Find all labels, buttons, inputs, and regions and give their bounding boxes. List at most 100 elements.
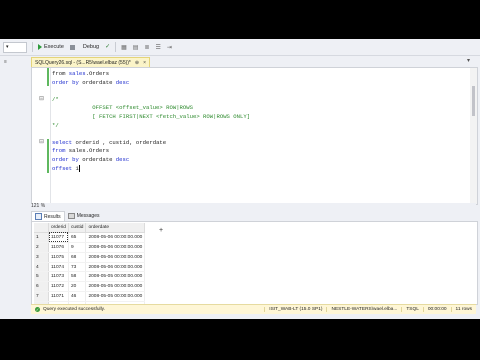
tab-list-dropdown-icon[interactable]: ▾ — [467, 57, 470, 64]
grid-cell[interactable]: 11074 — [48, 262, 69, 273]
code-line[interactable]: /* — [52, 96, 250, 105]
grid-cell[interactable]: 2008-05-06 00:00:00.000 — [85, 232, 146, 243]
database-dropdown[interactable]: ▾ — [0, 41, 30, 53]
code-line[interactable]: select orderid , custid, orderdate — [52, 139, 250, 148]
code-token: orderdate — [82, 155, 116, 163]
zoom-level[interactable]: 121 % — [31, 203, 476, 210]
row-number[interactable]: 3 — [34, 252, 49, 263]
grid-icon — [35, 213, 42, 220]
grid-cell[interactable]: 68 — [68, 252, 87, 263]
grid-cell[interactable]: 9 — [68, 242, 87, 253]
grid-cell[interactable]: 65 — [68, 232, 87, 243]
grid-cell[interactable]: 73 — [68, 262, 87, 273]
code-token: orderid , custid, orderdate — [75, 138, 167, 146]
query-toolbar: ▾ Execute Debug ✓ ▦ ▤ ≣ ☰ ⇥ — [0, 39, 480, 56]
code-token: OFFSET <offset_value> ROW|ROWS — [52, 104, 193, 112]
change-indicator — [47, 139, 49, 173]
grid-cell[interactable]: 11072 — [48, 281, 69, 293]
indent-button[interactable]: ⇥ — [164, 41, 175, 53]
table-row[interactable]: 5 11073 58 2008-05-05 00:00:00.000 — [34, 271, 146, 283]
grid-cell[interactable]: 2008-05-05 00:00:00.000 — [85, 291, 146, 303]
code-line[interactable]: order by orderdate desc — [52, 79, 250, 88]
results-grid[interactable]: orderid custid orderdate 1 11077 65 2008-05-06… — [34, 223, 146, 304]
code-line[interactable]: offset 1 — [52, 165, 250, 174]
column-header-custid[interactable]: custid — [68, 223, 87, 233]
grid-cell[interactable]: 11076 — [48, 242, 69, 253]
grid-cell[interactable]: 2008-05-06 00:00:00.000 — [85, 252, 146, 263]
table-row[interactable]: 2 11076 9 2008-05-06 00:00:00.000 — [34, 242, 146, 253]
table-row[interactable]: 4 11074 73 2008-05-06 00:00:00.000 — [34, 262, 146, 273]
code-line[interactable]: order by orderdate desc — [52, 156, 250, 165]
code-line[interactable] — [52, 87, 250, 96]
grid-cell[interactable]: 58 — [68, 271, 87, 283]
row-number[interactable]: 6 — [34, 281, 49, 293]
row-number[interactable]: 1 — [34, 232, 49, 243]
pin-icon[interactable]: ⊕ — [135, 60, 139, 66]
status-elapsed: 00:00:00 — [422, 307, 451, 312]
code-line[interactable] — [52, 130, 250, 139]
code-line[interactable]: OFFSET <offset_value> ROW|ROWS — [52, 104, 250, 113]
play-icon — [38, 44, 42, 50]
grid-cell[interactable]: 11071 — [48, 291, 69, 303]
code-token: order by — [52, 78, 83, 86]
tab-results[interactable]: Results — [31, 211, 65, 221]
grid-cell[interactable]: 11077 — [48, 232, 69, 243]
results-to-text-button[interactable]: ≣ — [141, 41, 152, 53]
parse-button[interactable]: ✓ — [102, 41, 113, 53]
editor-scrollbar[interactable] — [470, 68, 477, 204]
left-gutter: ≡ — [0, 56, 30, 319]
scrollbar-thumb[interactable] — [472, 86, 475, 116]
row-number[interactable]: 7 — [34, 291, 49, 303]
code-line[interactable]: from sales.Orders — [52, 147, 250, 156]
close-icon[interactable]: × — [143, 60, 146, 66]
message-icon — [67, 213, 75, 219]
stop-button[interactable] — [67, 41, 80, 53]
code-token: .Orders — [85, 70, 110, 77]
toolbar-separator — [32, 42, 33, 52]
row-number[interactable]: 4 — [34, 262, 49, 273]
table-row[interactable]: 7 11071 46 2008-05-05 00:00:00.000 — [34, 291, 146, 303]
code-line[interactable]: [ FETCH FIRST|NEXT <fetch_value> ROW|ROW… — [52, 113, 250, 122]
grid-cell[interactable]: 2008-05-06 00:00:00.000 — [85, 262, 146, 273]
crosshair-cursor-icon: + — [159, 227, 164, 234]
grid-cell[interactable]: 2008-05-06 00:00:00.000 — [85, 242, 146, 253]
tab-messages[interactable]: Messages — [65, 211, 103, 221]
plan-icon: ▦ — [121, 44, 127, 51]
code-token: [ FETCH FIRST|NEXT <fetch_value> ROW|ROW… — [52, 112, 251, 120]
grid-corner[interactable] — [34, 223, 49, 233]
execute-button[interactable]: Execute — [35, 41, 67, 53]
debug-button[interactable]: Debug — [80, 41, 102, 53]
object-explorer-tab[interactable]: ≡ — [4, 59, 7, 65]
grid-cell[interactable]: 11073 — [48, 271, 69, 283]
grid-cell[interactable]: 11075 — [48, 252, 69, 263]
grid-header-row: orderid custid orderdate — [34, 223, 146, 233]
table-row[interactable]: 6 11072 20 2008-05-05 00:00:00.000 — [34, 281, 146, 293]
status-bar: ✓ Query executed successfully. ISIT_WAB-… — [31, 304, 476, 314]
code-text[interactable]: from sales.Orders order by orderdate desc… — [52, 70, 250, 173]
code-line[interactable]: */ — [52, 122, 250, 131]
code-token: select — [52, 138, 76, 146]
column-header-orderdate[interactable]: orderdate — [85, 223, 146, 233]
fold-collapse-icon[interactable]: ⊟ — [39, 139, 45, 145]
row-number[interactable]: 2 — [34, 242, 49, 253]
grid-cell[interactable]: 2008-05-05 00:00:00.000 — [85, 281, 146, 293]
grid-cell[interactable]: 46 — [68, 291, 87, 303]
code-token: */ — [52, 121, 59, 129]
fold-collapse-icon[interactable]: ⊟ — [39, 96, 45, 102]
table-row[interactable]: 3 11075 68 2008-05-06 00:00:00.000 — [34, 252, 146, 263]
database-combo[interactable]: ▾ — [3, 41, 27, 53]
table-row[interactable]: 1 11077 65 2008-05-06 00:00:00.000 — [34, 232, 146, 243]
check-icon: ✓ — [105, 44, 111, 50]
code-line[interactable]: from sales.Orders — [52, 70, 250, 79]
display-plan-button[interactable]: ▦ — [118, 41, 130, 53]
grid-cell[interactable]: 20 — [68, 281, 87, 293]
row-number[interactable]: 5 — [34, 271, 49, 283]
comment-button[interactable]: ☰ — [153, 41, 164, 53]
column-header-orderid[interactable]: orderid — [48, 223, 69, 233]
comment-icon: ☰ — [155, 44, 161, 51]
code-token: order by — [52, 155, 83, 163]
grid-cell[interactable]: 2008-05-05 00:00:00.000 — [85, 271, 146, 283]
code-token: sales — [68, 70, 86, 77]
results-to-grid-button[interactable]: ▤ — [130, 41, 142, 53]
query-editor[interactable]: ⊟ ⊟ from sales.Orders order by orderdate … — [31, 67, 478, 205]
